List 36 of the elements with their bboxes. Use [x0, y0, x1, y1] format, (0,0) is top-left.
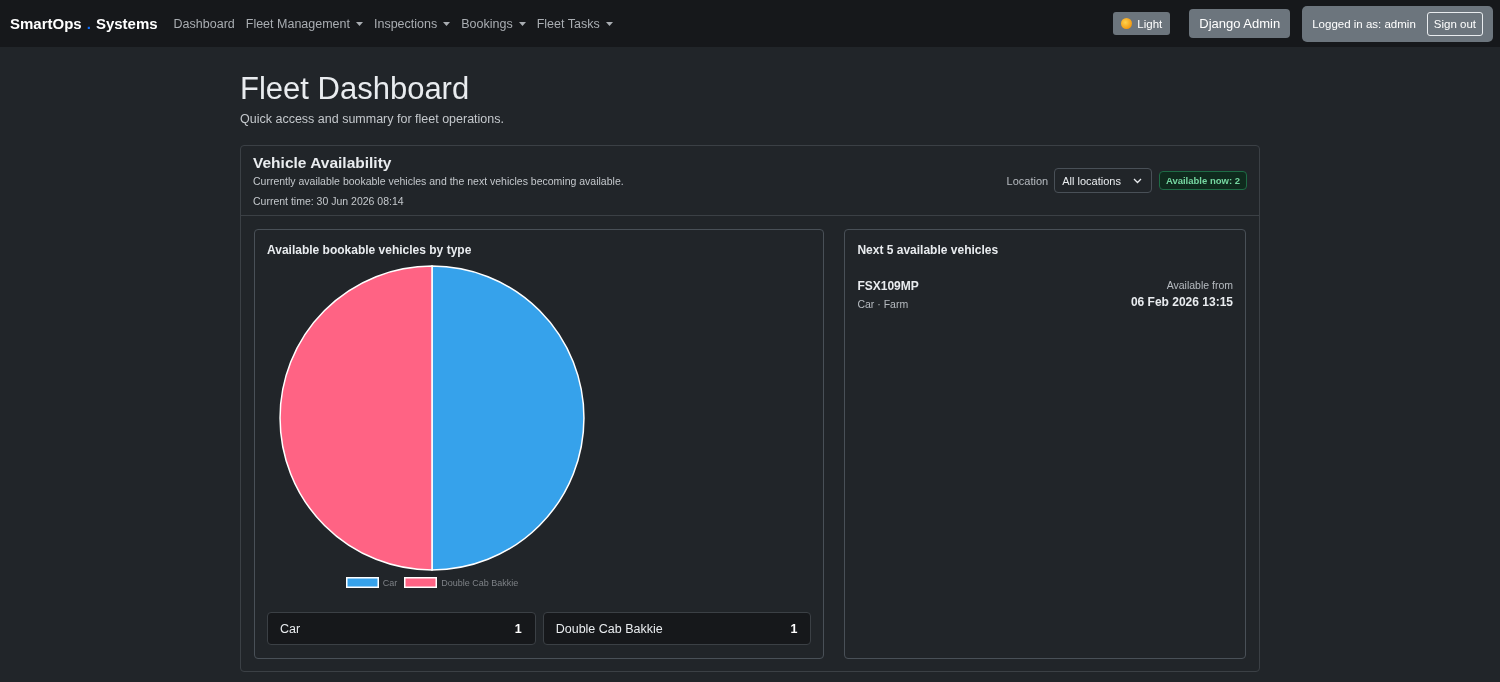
- nav-link[interactable]: Dashboard: [173, 16, 235, 31]
- vehicle-count: 1: [514, 621, 522, 636]
- card-description: Currently available bookable vehicles and the next vehicles becoming available.: [253, 175, 624, 187]
- caret-icon: [518, 21, 526, 26]
- caret-icon: [356, 21, 363, 26]
- legend-label: Car: [382, 577, 398, 588]
- theme-toggle-button[interactable]: Light: [1113, 12, 1171, 35]
- legend-label: Double Cab Bakkie: [441, 577, 519, 588]
- available-from-label: Available from: [1165, 279, 1233, 291]
- caret-icon: [443, 21, 451, 26]
- location-label: Location: [1006, 174, 1049, 187]
- sign-out-button[interactable]: Sign out: [1426, 11, 1483, 36]
- vehicle-type: Car: [280, 621, 301, 636]
- vehicle-count: 1: [790, 621, 798, 636]
- caret-icon: [605, 21, 613, 26]
- sun-icon: [1121, 18, 1133, 29]
- nav-link[interactable]: Fleet Management: [245, 16, 363, 31]
- next-vehicles-title: Next 5 available vehicles: [857, 243, 1000, 257]
- card-title: Vehicle Availability: [253, 153, 393, 172]
- chevron-down-icon: [1132, 177, 1142, 184]
- available-from-date: 06 Feb 2026 13:15: [1130, 295, 1233, 309]
- page-title: Fleet Dashboard: [240, 71, 471, 107]
- chart-card-title: Available bookable vehicles by type: [267, 243, 473, 257]
- logged-in-text: Logged in as: admin: [1312, 17, 1416, 30]
- admin-button[interactable]: Django Admin: [1189, 9, 1291, 38]
- current-time: Current time: 30 Jun 2026 08:14: [253, 195, 405, 207]
- nav-link[interactable]: Fleet Tasks: [536, 16, 613, 31]
- page-subtitle: Quick access and summary for fleet operations.: [240, 112, 505, 126]
- location-select[interactable]: All locations: [1054, 168, 1152, 193]
- nav-link[interactable]: Bookings: [461, 16, 526, 31]
- vehicle-registration: FSX109MP: [857, 279, 919, 293]
- vehicle-details: Car · Farm: [857, 298, 910, 310]
- nav-link[interactable]: Inspections: [374, 16, 451, 31]
- brand-link[interactable]: SmartOps . Systems: [10, 15, 158, 32]
- vehicle-type: Double Cab Bakkie: [555, 621, 663, 636]
- available-now-badge: Available now: 2: [1158, 171, 1247, 190]
